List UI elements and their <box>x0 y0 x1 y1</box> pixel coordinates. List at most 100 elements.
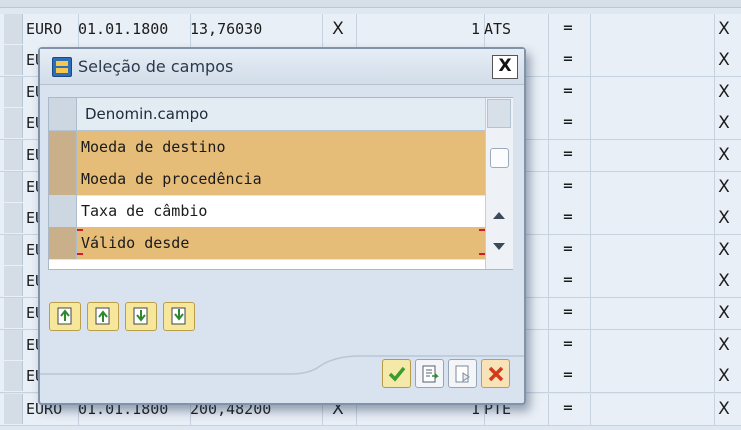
select-all-cell[interactable] <box>49 98 77 130</box>
table-cell <box>590 14 712 44</box>
table-cell <box>590 266 712 296</box>
cancel-icon <box>488 366 504 382</box>
row-selector[interactable] <box>49 163 77 195</box>
row-selector[interactable] <box>4 298 23 328</box>
row-selector[interactable] <box>4 394 23 424</box>
table-cell <box>590 140 712 170</box>
paste-icon <box>455 365 470 383</box>
table-cell[interactable]: X <box>714 140 734 170</box>
table-cell <box>590 235 712 265</box>
row-selector[interactable] <box>4 330 23 360</box>
row-selector[interactable] <box>4 45 23 75</box>
table-cell[interactable]: 1 <box>356 14 480 44</box>
field-label: Válido desde <box>81 234 190 252</box>
list-item[interactable]: Taxa de câmbio <box>49 195 485 228</box>
dialog-title: Seleção de campos <box>78 57 234 76</box>
table-cell[interactable]: X <box>714 77 734 107</box>
row-selector[interactable] <box>4 108 23 138</box>
column-header-denomin-campo[interactable]: Denomin.campo <box>85 105 208 123</box>
table-row[interactable]: EURO 01.01.1800 13,76030 X 1 ATS = X <box>0 14 741 46</box>
list-item[interactable]: Moeda de destino <box>49 131 485 164</box>
field-label: Moeda de procedência <box>81 170 262 188</box>
copy-icon <box>422 365 439 383</box>
table-cell[interactable]: = <box>548 108 588 138</box>
table-cell[interactable]: = <box>548 266 588 296</box>
row-selector[interactable] <box>4 266 23 296</box>
list-header: Denomin.campo <box>49 98 485 131</box>
table-cell <box>590 108 712 138</box>
scrollbar-corner <box>487 99 511 128</box>
table-cell[interactable]: 13,76030 <box>190 14 320 44</box>
table-cell[interactable]: X <box>714 361 734 391</box>
deselect-block-button[interactable] <box>125 302 157 331</box>
scrollbar-thumb[interactable] <box>490 148 509 168</box>
deselect-block-icon <box>133 307 148 325</box>
table-cell[interactable]: = <box>548 298 588 328</box>
table-cell[interactable]: X <box>714 394 734 424</box>
table-cell[interactable]: = <box>548 77 588 107</box>
cancel-button[interactable] <box>481 359 510 388</box>
row-selector[interactable] <box>4 203 23 233</box>
select-all-button[interactable] <box>49 302 81 331</box>
table-header <box>0 0 741 8</box>
row-selector[interactable] <box>4 235 23 265</box>
row-selector[interactable] <box>4 361 23 391</box>
select-all-icon <box>57 307 72 325</box>
list-item[interactable]: Moeda de procedência <box>49 163 485 196</box>
deselect-all-icon <box>171 307 186 325</box>
table-cell[interactable]: = <box>548 172 588 202</box>
table-cell[interactable]: X <box>714 298 734 328</box>
table-cell[interactable]: X <box>714 203 734 233</box>
row-selector[interactable] <box>49 227 77 259</box>
table-cell[interactable]: EURO <box>26 14 78 44</box>
table-cell[interactable]: X <box>714 45 734 75</box>
select-block-icon <box>95 307 110 325</box>
scroll-down-icon[interactable] <box>493 243 505 250</box>
table-cell <box>590 45 712 75</box>
table-cell[interactable]: ATS <box>484 14 544 44</box>
table-cell[interactable]: = <box>548 394 588 424</box>
table-cell[interactable]: X <box>714 108 734 138</box>
field-label: Taxa de câmbio <box>81 202 208 220</box>
table-cell <box>590 330 712 360</box>
confirm-icon <box>388 366 406 382</box>
paste-button[interactable] <box>448 359 477 388</box>
table-cell <box>590 77 712 107</box>
table-cell[interactable]: X <box>714 14 734 44</box>
table-cell[interactable]: X <box>322 14 354 44</box>
table-cell[interactable]: = <box>548 235 588 265</box>
row-selector[interactable] <box>4 14 23 44</box>
copy-button[interactable] <box>415 359 444 388</box>
select-block-button[interactable] <box>87 302 119 331</box>
list-item[interactable]: Válido desde <box>49 227 487 260</box>
vertical-scrollbar[interactable] <box>485 98 513 269</box>
table-cell[interactable]: = <box>548 14 588 44</box>
table-cell[interactable]: X <box>714 330 734 360</box>
table-cell <box>590 172 712 202</box>
table-cell[interactable]: = <box>548 330 588 360</box>
scroll-up-icon[interactable] <box>493 212 505 219</box>
table-cell[interactable]: = <box>548 45 588 75</box>
table-cell <box>590 298 712 328</box>
table-cell[interactable]: X <box>714 235 734 265</box>
close-button[interactable]: X <box>492 55 518 79</box>
deselect-all-button[interactable] <box>163 302 195 331</box>
field-selection-dialog: Seleção de campos X Denomin.campo Moeda … <box>38 47 526 405</box>
table-cell[interactable]: = <box>548 361 588 391</box>
table-cell[interactable]: 01.01.1800 <box>78 14 188 44</box>
confirm-button[interactable] <box>382 359 411 388</box>
row-selector[interactable] <box>4 172 23 202</box>
table-cell <box>590 203 712 233</box>
table-cell[interactable]: X <box>714 266 734 296</box>
row-selector[interactable] <box>49 131 77 163</box>
table-cell[interactable]: = <box>548 140 588 170</box>
table-cell <box>590 361 712 391</box>
table-cell[interactable]: = <box>548 203 588 233</box>
table-cell[interactable]: X <box>714 172 734 202</box>
row-selector[interactable] <box>49 195 77 227</box>
row-selector[interactable] <box>4 140 23 170</box>
dialog-titlebar[interactable]: Seleção de campos X <box>40 49 524 85</box>
table-cell <box>590 394 712 424</box>
row-selector[interactable] <box>4 77 23 107</box>
sap-window-icon <box>52 57 72 77</box>
